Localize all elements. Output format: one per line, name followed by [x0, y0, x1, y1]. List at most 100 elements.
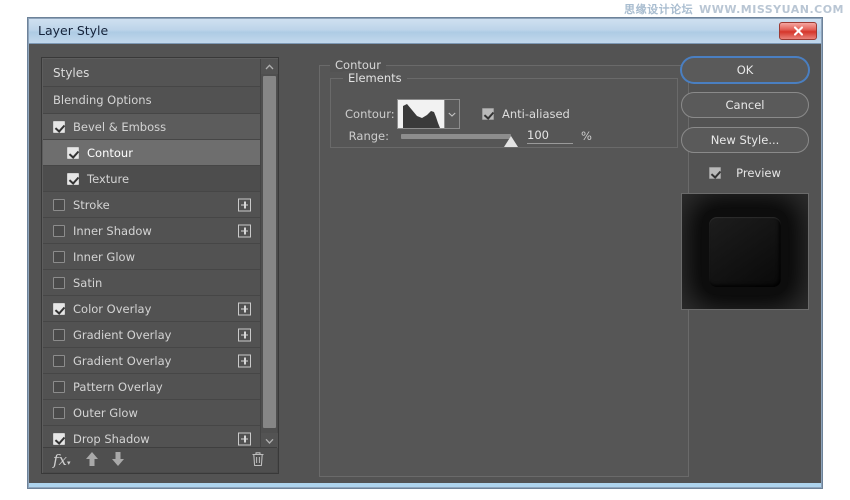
preview-shape: [709, 216, 781, 287]
effect-checkbox[interactable]: [53, 120, 65, 133]
styles-panel: Styles Blending Options Bevel & Emboss Co…: [41, 57, 279, 474]
new-style-button[interactable]: New Style...: [681, 127, 809, 153]
contour-preset-swatch[interactable]: [397, 99, 445, 129]
close-icon: [793, 26, 803, 36]
scroll-down-button[interactable]: [261, 433, 278, 448]
effect-checkbox[interactable]: [53, 432, 65, 445]
range-slider[interactable]: [401, 133, 518, 147]
sidebar-item-outer-glow[interactable]: Outer Glow: [43, 400, 261, 426]
scrollbar-thumb[interactable]: [263, 76, 276, 428]
style-effect-rows: Bevel & Emboss Contour Texture Stroke Inner …: [43, 114, 261, 448]
cancel-button[interactable]: Cancel: [681, 92, 809, 118]
fx-caret-icon: ▾: [67, 459, 71, 467]
dialog-body: Styles Blending Options Bevel & Emboss Co…: [29, 44, 821, 487]
effect-checkbox[interactable]: [53, 250, 65, 263]
effect-checkbox[interactable]: [53, 224, 65, 237]
dialog-titlebar[interactable]: Layer Style: [29, 19, 821, 44]
watermark-text: 思缘设计论坛 WWW.MISSYUAN.COM: [624, 1, 844, 17]
styles-scrollbar[interactable]: [260, 59, 278, 448]
close-button[interactable]: [779, 22, 817, 40]
effect-label: Bevel & Emboss: [73, 119, 167, 134]
ok-button[interactable]: OK: [681, 57, 809, 83]
dialog-title: Layer Style: [38, 23, 109, 38]
sidebar-item-drop-shadow[interactable]: Drop Shadow: [43, 426, 261, 448]
contour-options-panel: Contour Elements Contour: Anti-aliased R…: [319, 57, 689, 500]
sidebar-item-color-overlay[interactable]: Color Overlay: [43, 296, 261, 322]
add-effect-button[interactable]: [238, 302, 251, 315]
sidebar-item-satin[interactable]: Satin: [43, 270, 261, 296]
trash-icon[interactable]: [251, 451, 265, 472]
effect-checkbox[interactable]: [67, 172, 79, 185]
effect-checkbox[interactable]: [53, 276, 65, 289]
chevron-down-icon: [448, 112, 456, 117]
fx-icon[interactable]: fx▾: [53, 451, 71, 469]
preview-checkbox[interactable]: [709, 167, 722, 179]
effect-checkbox[interactable]: [53, 302, 65, 315]
watermark-url: WWW.MISSYUAN.COM: [699, 3, 844, 16]
effect-checkbox[interactable]: [53, 198, 65, 211]
range-value-input[interactable]: 100: [527, 128, 573, 144]
range-unit-label: %: [581, 129, 592, 143]
add-effect-button[interactable]: [238, 198, 251, 211]
sidebar-item-texture[interactable]: Texture: [43, 166, 261, 192]
sidebar-item-pattern-overlay[interactable]: Pattern Overlay: [43, 374, 261, 400]
sidebar-item-contour[interactable]: Contour: [43, 140, 261, 166]
chevron-down-icon: [265, 438, 274, 444]
effect-checkbox[interactable]: [53, 328, 65, 341]
preview-thumbnail: [681, 193, 809, 310]
effect-label: Contour: [87, 145, 133, 160]
sidebar-item-blending-options[interactable]: Blending Options: [43, 87, 261, 114]
sidebar-item-gradient-overlay[interactable]: Gradient Overlay: [43, 322, 261, 348]
sidebar-item-stroke[interactable]: Stroke: [43, 192, 261, 218]
effect-checkbox[interactable]: [53, 380, 65, 393]
effect-label: Outer Glow: [73, 405, 138, 420]
add-effect-button[interactable]: [238, 354, 251, 367]
preview-checkbox-row[interactable]: Preview: [681, 162, 809, 184]
contour-dropdown-button[interactable]: [445, 99, 460, 129]
layer-style-dialog: Layer Style Styles Blending Options Beve…: [28, 18, 822, 488]
effect-label: Drop Shadow: [73, 431, 150, 446]
styles-toolbar: fx▾: [43, 447, 277, 472]
preview-label: Preview: [736, 166, 781, 180]
scroll-up-button[interactable]: [261, 59, 278, 74]
blending-options-label: Blending Options: [53, 93, 152, 107]
add-effect-button[interactable]: [238, 224, 251, 237]
contour-curve-icon: [398, 100, 444, 128]
elements-group-title: Elements: [343, 71, 407, 85]
range-slider-fill: [401, 133, 511, 139]
move-down-icon[interactable]: [111, 451, 125, 472]
anti-aliased-label: Anti-aliased: [502, 107, 570, 121]
anti-aliased-checkbox-row[interactable]: Anti-aliased: [482, 107, 570, 121]
range-field-row: Range: 100 %: [345, 128, 592, 147]
range-field-label: Range:: [348, 129, 389, 143]
styles-header-label: Styles: [53, 65, 90, 80]
add-effect-button[interactable]: [238, 328, 251, 341]
dialog-bottom-edge: [29, 483, 821, 487]
effect-label: Stroke: [73, 197, 110, 212]
effect-label: Inner Shadow: [73, 223, 152, 238]
effect-checkbox[interactable]: [53, 406, 65, 419]
effect-checkbox[interactable]: [67, 146, 79, 159]
sidebar-item-gradient-overlay[interactable]: Gradient Overlay: [43, 348, 261, 374]
fx-label: fx: [53, 451, 68, 469]
screen: 思缘设计论坛 WWW.MISSYUAN.COM Layer Style Style…: [0, 0, 850, 500]
move-up-icon[interactable]: [85, 451, 99, 472]
effect-label: Satin: [73, 275, 103, 290]
effect-checkbox[interactable]: [53, 354, 65, 367]
effect-label: Color Overlay: [73, 301, 152, 316]
watermark-cn: 思缘设计论坛: [624, 3, 694, 16]
dialog-actions: OK Cancel New Style... Preview: [681, 57, 809, 310]
contour-group-title: Contour: [330, 58, 386, 72]
range-slider-handle[interactable]: [504, 135, 518, 147]
effect-label: Texture: [87, 171, 130, 186]
sidebar-item-inner-glow[interactable]: Inner Glow: [43, 244, 261, 270]
watermark-strip: 思缘设计论坛 WWW.MISSYUAN.COM: [0, 0, 850, 18]
add-effect-button[interactable]: [238, 432, 251, 445]
styles-list-header: Styles: [43, 59, 261, 87]
styles-list: Styles Blending Options Bevel & Emboss Co…: [43, 59, 261, 448]
effect-label: Inner Glow: [73, 249, 135, 264]
anti-aliased-checkbox[interactable]: [482, 108, 494, 120]
elements-group: Elements Contour: Anti-aliased Range: 10…: [330, 71, 678, 148]
sidebar-item-bevel-emboss[interactable]: Bevel & Emboss: [43, 114, 261, 140]
sidebar-item-inner-shadow[interactable]: Inner Shadow: [43, 218, 261, 244]
